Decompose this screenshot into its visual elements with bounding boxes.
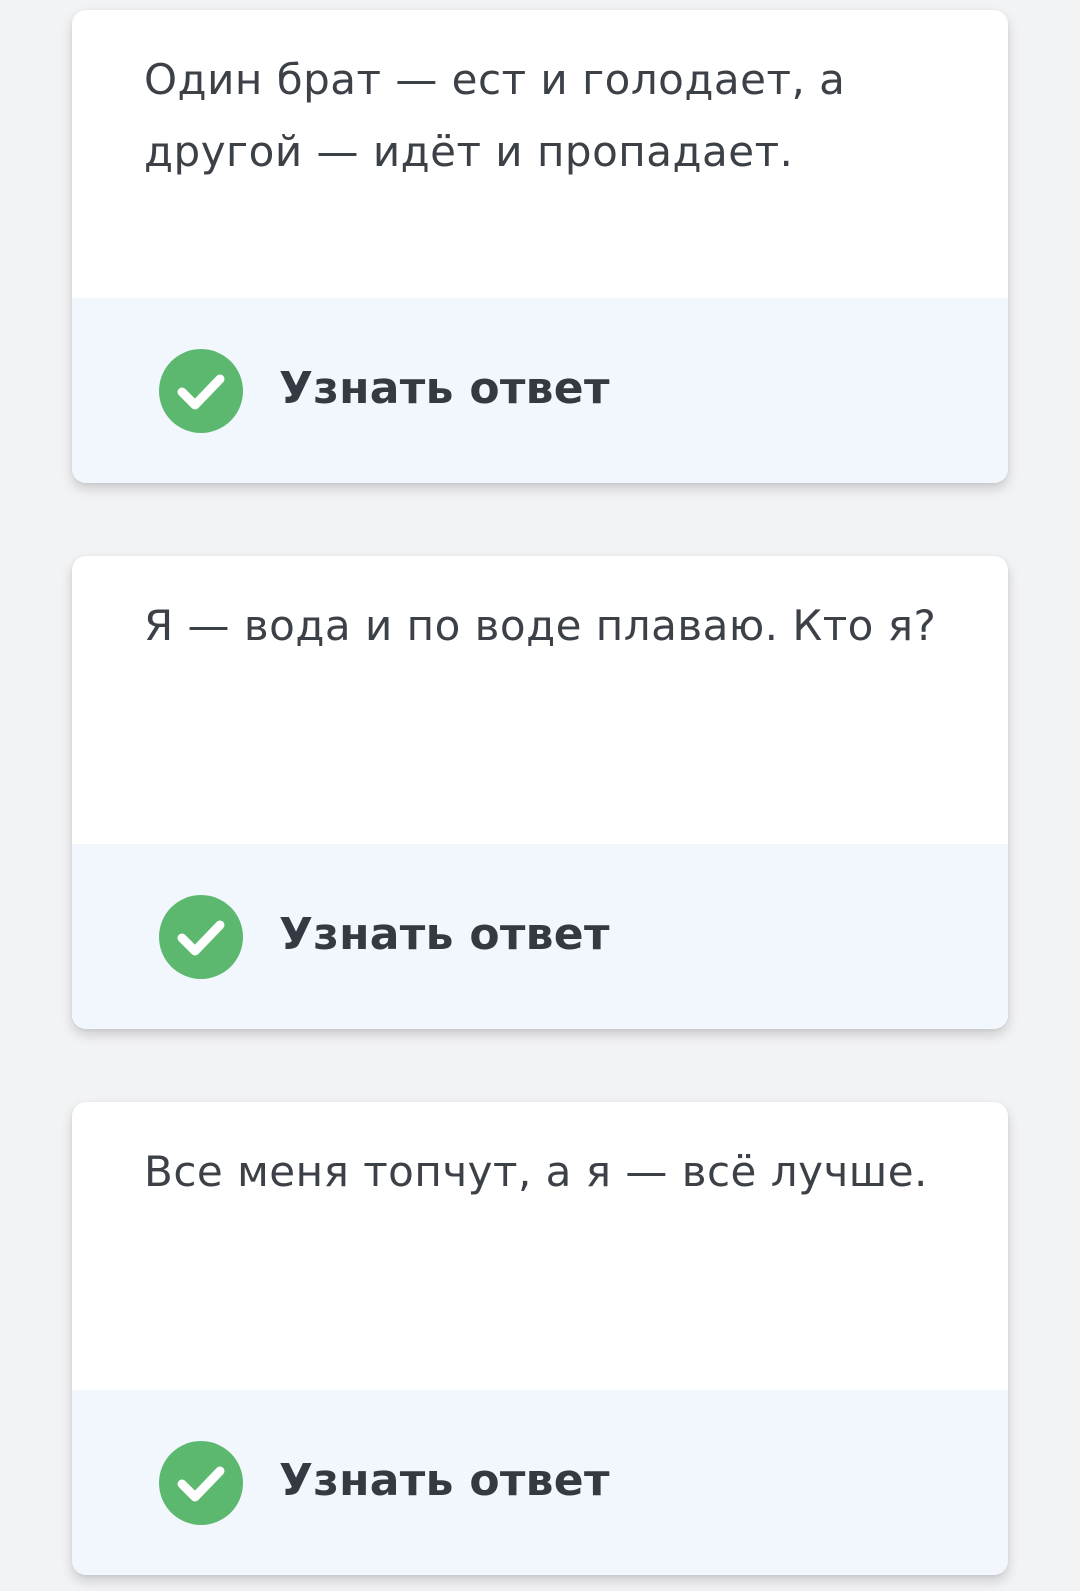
- reveal-answer-label: Узнать ответ: [279, 909, 610, 960]
- riddle-card: Все меня топчут, а я — всё лучше. Узнать…: [72, 1102, 1008, 1575]
- riddle-card: Один брат — ест и голодает, а другой — и…: [72, 10, 1008, 483]
- riddle-question: Я — вода и по воде плаваю. Кто я?: [144, 601, 937, 650]
- page-top-strip: [0, 0, 1080, 10]
- reveal-answer-button[interactable]: Узнать ответ: [72, 1390, 1008, 1575]
- riddle-question: Один брат — ест и голодает, а другой — и…: [144, 55, 846, 176]
- check-circle-icon: [159, 895, 243, 979]
- check-circle-icon: [159, 1441, 243, 1525]
- riddle-card: Я — вода и по воде плаваю. Кто я? Узнать…: [72, 556, 1008, 1029]
- reveal-answer-label: Узнать ответ: [279, 1455, 610, 1506]
- reveal-answer-button[interactable]: Узнать ответ: [72, 844, 1008, 1029]
- reveal-answer-label: Узнать ответ: [279, 363, 610, 414]
- riddle-question: Все меня топчут, а я — всё лучше.: [144, 1147, 928, 1196]
- reveal-answer-button[interactable]: Узнать ответ: [72, 298, 1008, 483]
- check-circle-icon: [159, 349, 243, 433]
